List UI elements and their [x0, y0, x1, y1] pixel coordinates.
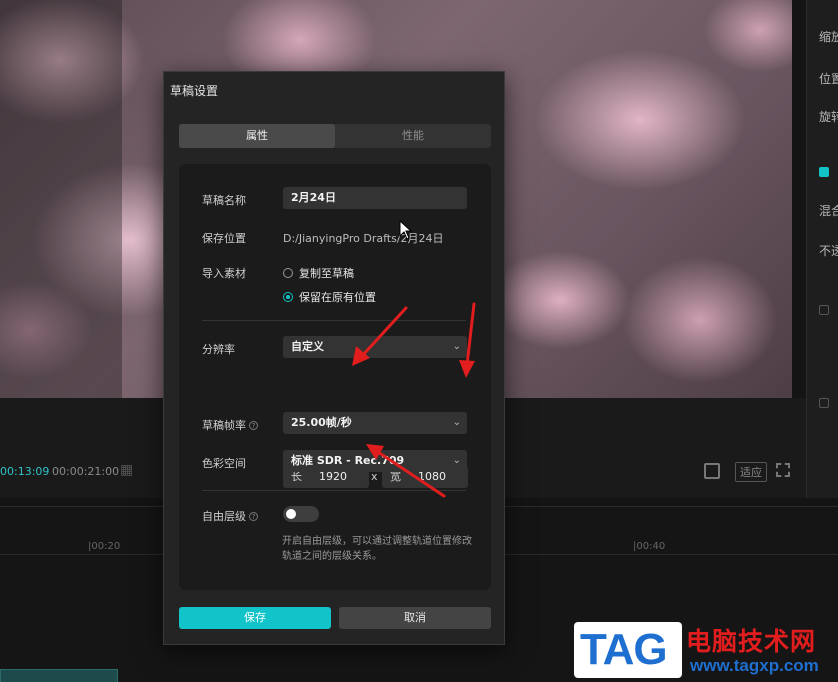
- chevron-down-icon: ⌄: [452, 417, 461, 428]
- option-checkbox[interactable]: [819, 398, 829, 408]
- radio-label: 保留在原有位置: [299, 291, 376, 304]
- free-layer-label: 自由层级?: [202, 508, 258, 524]
- current-time: 00:13:09: [0, 465, 50, 478]
- tab-performance[interactable]: 性能: [335, 124, 491, 148]
- property-panel: 缩放 位置 旋转 混合 不透: [806, 0, 838, 498]
- free-layer-description: 开启自由层级，可以通过调整轨道位置修改轨道之间的层级关系。: [282, 536, 472, 562]
- cancel-button[interactable]: 取消: [339, 607, 491, 629]
- save-location-value: D:/JianyingPro Drafts/2月24日: [283, 232, 444, 245]
- colorspace-value: 标准 SDR - Rec.709: [291, 454, 405, 467]
- save-button[interactable]: 保存: [179, 607, 331, 629]
- radio-icon: [283, 268, 293, 278]
- resolution-value: 自定义: [291, 340, 324, 353]
- free-layer-toggle[interactable]: [283, 506, 319, 522]
- option-checkbox[interactable]: [819, 305, 829, 315]
- tab-properties[interactable]: 属性: [179, 124, 335, 148]
- dialog-tabs: 属性 性能: [179, 124, 491, 148]
- watermark-tag: TAG: [580, 625, 668, 674]
- watermark-url: www.tagxp.com: [690, 656, 819, 675]
- colorspace-label: 色彩空间: [202, 457, 246, 470]
- radio-copy-to-draft[interactable]: 复制至草稿: [283, 265, 354, 281]
- property-label-scale: 缩放: [819, 30, 838, 44]
- radio-selected-icon: [283, 292, 293, 302]
- radio-label: 复制至草稿: [299, 267, 354, 280]
- property-label-opacity: 不透: [819, 244, 838, 258]
- resolution-select[interactable]: 自定义 ⌄: [283, 336, 467, 358]
- draft-name-input[interactable]: 2月24日: [283, 187, 467, 209]
- draft-settings-dialog: 草稿设置 属性 性能 草稿名称 2月24日 保存位置 D:/JianyingPr…: [163, 71, 505, 645]
- toggle-knob: [286, 509, 296, 519]
- help-icon[interactable]: ?: [249, 512, 258, 521]
- app-window: 缩放 位置 旋转 混合 不透 00:13:09 00:00:21:00 ▦ 适应…: [0, 0, 838, 682]
- fit-screen-icon[interactable]: [704, 463, 720, 479]
- preview-shade: [0, 0, 122, 398]
- help-icon[interactable]: ?: [249, 421, 258, 430]
- ratio-button[interactable]: 适应: [735, 462, 767, 482]
- watermark-logo: TAG: [574, 622, 682, 678]
- chevron-down-icon: ⌄: [452, 455, 461, 466]
- grid-icon[interactable]: ▦: [120, 463, 140, 477]
- framerate-label: 草稿帧率?: [202, 417, 258, 433]
- ruler-tick: |00:40: [633, 541, 666, 552]
- divider: [202, 320, 466, 321]
- import-media-label: 导入素材: [202, 267, 246, 280]
- property-label-position: 位置: [819, 72, 838, 86]
- draft-name-label: 草稿名称: [202, 194, 246, 207]
- mouse-cursor-icon: [399, 220, 413, 240]
- total-time: 00:00:21:00: [52, 465, 120, 478]
- mix-checkbox[interactable]: [819, 167, 829, 177]
- framerate-value: 25.00帧/秒: [291, 416, 352, 429]
- chevron-down-icon: ⌄: [452, 341, 461, 352]
- property-label-blend: 混合: [819, 204, 838, 218]
- radio-keep-original[interactable]: 保留在原有位置: [283, 289, 376, 305]
- dialog-title: 草稿设置: [170, 84, 219, 98]
- settings-card: 草稿名称 2月24日 保存位置 D:/JianyingPro Drafts/2月…: [179, 164, 491, 590]
- watermark-site-name: 电脑技术网: [686, 627, 817, 656]
- property-label-rotation: 旋转: [819, 110, 838, 124]
- fullscreen-icon[interactable]: [776, 463, 790, 477]
- divider: [202, 490, 466, 491]
- save-location-label: 保存位置: [202, 232, 246, 245]
- colorspace-select[interactable]: 标准 SDR - Rec.709 ⌄: [283, 450, 467, 472]
- ruler-tick: |00:20: [88, 541, 121, 552]
- timeline-clip[interactable]: [0, 669, 118, 682]
- resolution-label: 分辨率: [202, 343, 235, 356]
- framerate-select[interactable]: 25.00帧/秒 ⌄: [283, 412, 467, 434]
